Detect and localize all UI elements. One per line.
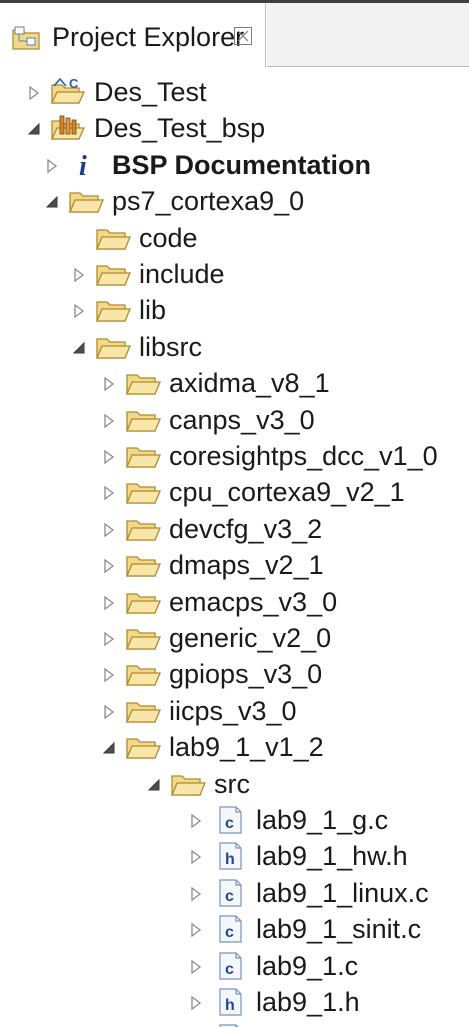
tree-item-label: gpiops_v3_0 [169, 659, 323, 690]
tree-item-label: Des_Test [94, 77, 207, 107]
folder-icon [125, 513, 161, 545]
tab-bar-empty-area [267, 3, 469, 67]
folder-icon [125, 731, 161, 763]
tree-item-label: ps7_cortexa9_0 [112, 186, 305, 217]
folder-icon [125, 586, 161, 618]
svg-text:C: C [69, 76, 79, 91]
tree-item-label: coresightps_dcc_v1_0 [169, 441, 438, 471]
tree-item-label: BSP Documentation [112, 149, 372, 180]
expand-arrow-icon[interactable] [188, 994, 204, 1012]
tree-item-label: iicps_v3_0 [169, 695, 297, 726]
h-file-icon: h [212, 986, 248, 1018]
expand-arrow-icon[interactable] [101, 594, 117, 612]
folder-icon [125, 367, 161, 399]
expand-arrow-icon[interactable] [188, 958, 204, 976]
folder-icon [125, 476, 161, 508]
info-icon: i [68, 149, 104, 182]
tree-item-label: libsrc [139, 331, 203, 362]
tree-item-label: lab9_1_sinit.c [256, 914, 422, 945]
tree-item-label: canps_v3_0 [169, 404, 315, 435]
tree-item-label: dmaps_v2_1 [169, 550, 324, 581]
expand-arrow-icon[interactable] [44, 157, 60, 175]
expand-arrow-icon[interactable] [26, 84, 42, 102]
tree-item-label: lab9_1_hw.h [256, 841, 408, 872]
expand-arrow-icon[interactable] [101, 703, 117, 721]
tab-project-explorer[interactable]: Project Explorer [0, 3, 266, 67]
expand-arrow-icon[interactable] [101, 521, 117, 539]
project-explorer-icon [12, 26, 40, 50]
tree-item-label: include [139, 259, 225, 289]
collapse-arrow-icon[interactable] [101, 739, 117, 757]
expand-arrow-icon[interactable] [101, 557, 117, 575]
tree-item-label: code [139, 222, 198, 253]
c-file-icon: c [212, 913, 248, 945]
expand-arrow-icon[interactable] [101, 412, 117, 430]
tree-item-label: lab9_1_linux.c [256, 877, 429, 908]
tree-item-label: lab9_1_g.c [256, 805, 389, 835]
svg-text:c: c [225, 888, 234, 905]
tree-item-label: lib [139, 295, 167, 326]
svg-text:h: h [225, 997, 235, 1014]
folder-icon [125, 695, 161, 727]
collapse-arrow-icon[interactable] [71, 339, 87, 357]
expand-arrow-icon[interactable] [188, 812, 204, 830]
bsp-project-icon [50, 112, 86, 144]
tree-item-label: Des_Test_bsp [94, 113, 266, 144]
tree-item-label: devcfg_v3_2 [169, 513, 323, 544]
project-tree: C Des_Test Des_Test_bsp i BSP Documentation p… [0, 68, 469, 1027]
tree-item-label: Makefile [256, 1021, 357, 1027]
expand-arrow-icon[interactable] [71, 302, 87, 320]
expand-arrow-icon[interactable] [188, 885, 204, 903]
h-file-icon: h [212, 840, 248, 872]
tree-item-label: lab9_1.h [256, 987, 360, 1017]
folder-icon [125, 440, 161, 472]
expand-arrow-icon[interactable] [101, 666, 117, 684]
project-explorer-view: Project Explorer C Des_Test Des_Test_bsp i B… [0, 0, 469, 1027]
c-file-icon: c [212, 877, 248, 909]
folder-icon [125, 658, 161, 690]
view-tab-bar: Project Explorer [0, 0, 469, 68]
folder-icon [95, 331, 131, 363]
tree-item-label: cpu_cortexa9_v2_1 [169, 477, 405, 508]
collapse-arrow-icon[interactable] [26, 120, 42, 138]
folder-icon [95, 294, 131, 326]
tree-item-label: src [214, 768, 250, 799]
folder-icon [125, 404, 161, 436]
tree-item-label: emacps_v3_0 [169, 586, 338, 617]
folder-icon [125, 549, 161, 581]
collapse-arrow-icon[interactable] [146, 776, 162, 794]
tab-title: Project Explorer [52, 22, 245, 52]
expand-arrow-icon[interactable] [101, 630, 117, 648]
svg-text:i: i [79, 151, 87, 181]
close-icon[interactable] [232, 25, 254, 47]
svg-text:c: c [225, 924, 234, 941]
expand-arrow-icon[interactable] [101, 448, 117, 466]
folder-icon [125, 622, 161, 654]
collapse-arrow-icon[interactable] [44, 193, 60, 211]
c-file-icon: c [212, 950, 248, 982]
c-file-icon: c [212, 804, 248, 836]
tree-item-label: axidma_v8_1 [169, 368, 330, 399]
svg-text:c: c [225, 961, 234, 978]
folder-icon [95, 222, 131, 254]
tree-item-label: generic_v2_0 [169, 623, 332, 653]
makefile-icon [212, 1022, 248, 1027]
folder-icon [170, 768, 206, 800]
tree-item[interactable]: Makefile [0, 1017, 469, 1027]
expand-arrow-icon[interactable] [71, 266, 87, 284]
c-project-icon: C [50, 76, 86, 108]
folder-icon [68, 185, 104, 217]
expand-arrow-icon[interactable] [101, 375, 117, 393]
svg-text:h: h [225, 851, 235, 868]
folder-icon [95, 258, 131, 290]
svg-text:c: c [225, 815, 234, 832]
tree-item-label: lab9_1_v1_2 [169, 732, 324, 763]
expand-arrow-icon[interactable] [188, 921, 204, 939]
expand-arrow-icon[interactable] [188, 848, 204, 866]
tree-item-label: lab9_1.c [256, 950, 359, 981]
expand-arrow-icon[interactable] [101, 484, 117, 502]
